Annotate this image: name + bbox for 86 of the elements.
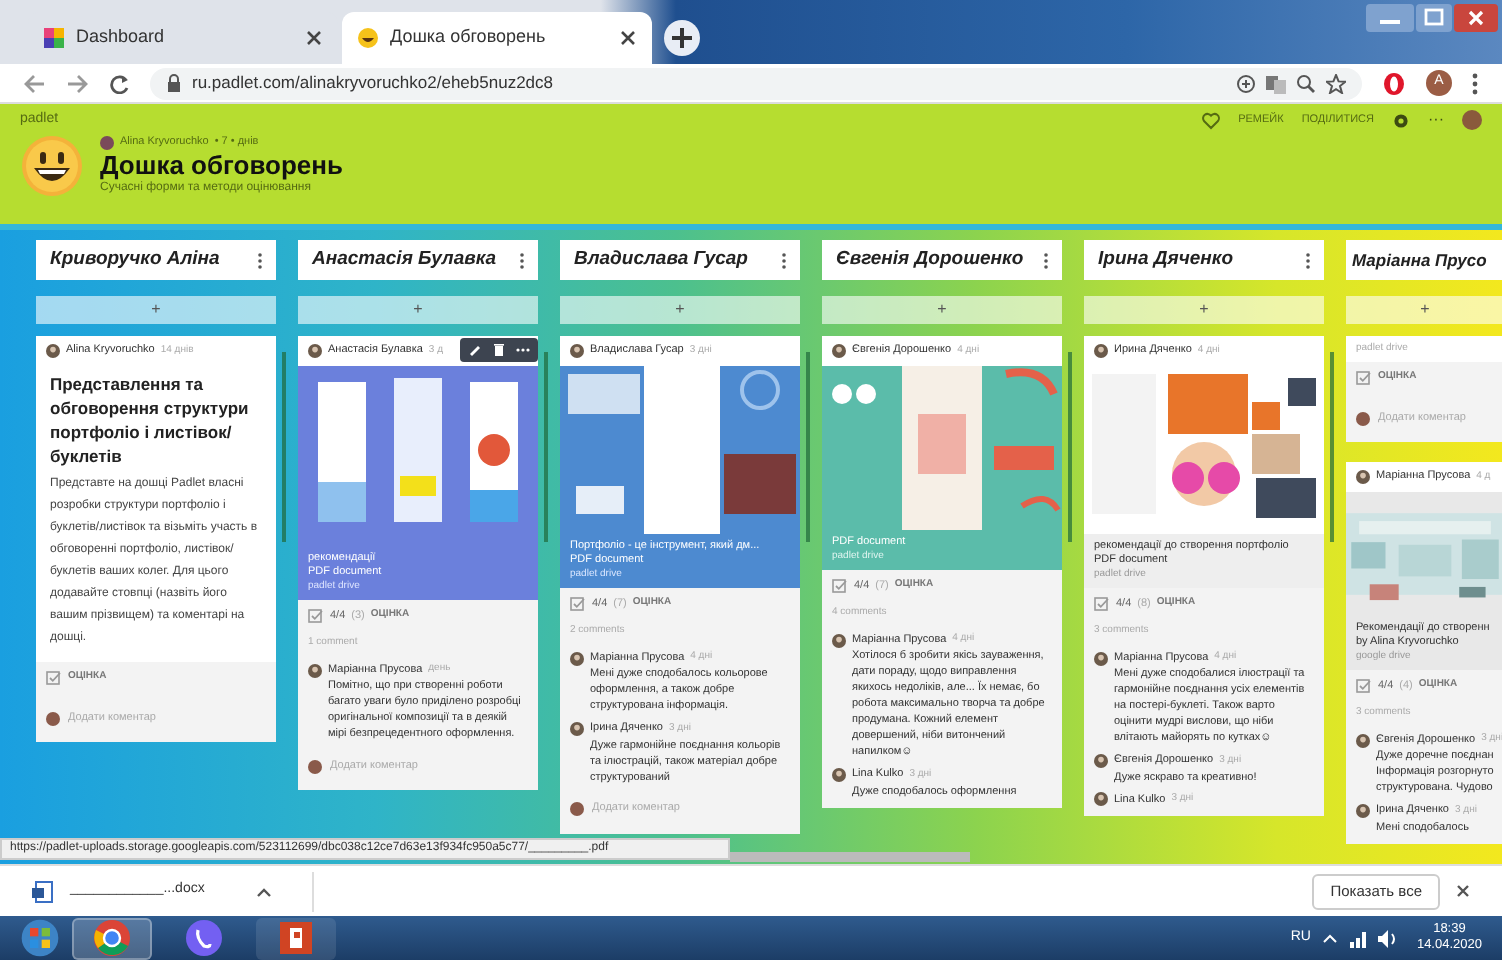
scrollbar[interactable] — [1068, 352, 1072, 542]
avatar-icon — [1094, 753, 1108, 768]
speaker-icon[interactable] — [1378, 929, 1397, 947]
add-post-button[interactable]: + — [1084, 296, 1324, 324]
chrome-icon — [92, 918, 132, 958]
rating-icon[interactable] — [46, 670, 62, 686]
avatar-icon — [1356, 470, 1370, 484]
avatar-icon — [832, 767, 846, 782]
avatar-icon — [570, 344, 584, 358]
add-post-button[interactable]: + — [36, 296, 276, 324]
column-title: Маріанна Прусо — [1352, 247, 1489, 273]
caret-icon[interactable] — [256, 885, 272, 897]
taskbar-button[interactable] — [256, 917, 336, 959]
avatar-icon — [100, 135, 114, 150]
more-button[interactable]: ··· — [1428, 108, 1444, 132]
menu-icon[interactable] — [1472, 71, 1478, 95]
slides-app-icon — [276, 918, 316, 958]
add-post-button[interactable]: + — [560, 296, 800, 324]
heart-icon[interactable] — [1202, 111, 1221, 129]
avatar-icon — [46, 711, 60, 725]
rating-icon[interactable] — [832, 578, 848, 594]
maximize-icon[interactable] — [1416, 4, 1452, 32]
avatar-icon — [832, 344, 846, 358]
rating-icon[interactable] — [570, 596, 586, 612]
avatar-icon — [308, 759, 322, 774]
start-button-icon[interactable] — [20, 918, 60, 958]
rating-icon[interactable] — [1356, 370, 1372, 386]
close-icon[interactable] — [1454, 4, 1498, 32]
pencil-icon[interactable] — [468, 342, 482, 358]
column-title: Євгенія Дорошенко — [836, 245, 1026, 274]
lock-icon — [166, 74, 182, 92]
scrollbar[interactable] — [1330, 352, 1334, 542]
post-title: Представлення та обговорення структури портфоліо і листівок/буклетів — [48, 372, 251, 468]
avatar-icon — [1094, 344, 1108, 358]
scrollbar[interactable] — [282, 352, 286, 542]
rating-icon[interactable] — [1094, 596, 1110, 612]
back-icon[interactable] — [24, 73, 46, 93]
avatar-icon — [308, 663, 322, 678]
column-title: Владислава Гусар — [574, 245, 750, 274]
add-post-button[interactable]: + — [298, 296, 538, 324]
column-title: Криворучко Аліна — [50, 245, 222, 274]
star-icon[interactable] — [1326, 73, 1346, 93]
avatar-icon — [46, 344, 60, 358]
install-icon[interactable] — [1236, 73, 1256, 93]
avatar-icon — [1356, 733, 1370, 748]
avatar-icon — [832, 633, 846, 648]
avatar-icon — [570, 721, 584, 736]
settings-icon[interactable] — [1392, 111, 1410, 129]
avatar-icon — [1094, 792, 1108, 807]
avatar-icon — [1356, 803, 1370, 818]
avatar-icon — [308, 344, 322, 358]
scrollbar[interactable] — [544, 352, 548, 542]
column-title: Ірина Дяченко — [1098, 245, 1236, 274]
smiley-icon — [358, 28, 378, 48]
close-icon[interactable] — [1456, 884, 1470, 898]
phone-bubble-icon — [184, 918, 224, 958]
opera-icon[interactable] — [1382, 71, 1406, 95]
word-file-icon — [32, 879, 54, 903]
address-field[interactable]: ru.padlet.com/alinakryvoruchko2/eheb5nuz2dc8 — [150, 67, 1362, 99]
horizontal-scrollbar[interactable] — [730, 852, 970, 862]
avatar-icon — [1094, 651, 1108, 666]
avatar-icon — [1356, 411, 1370, 425]
translate-icon[interactable] — [1266, 73, 1286, 93]
browser-tab[interactable]: Дошка обговорень — [342, 12, 652, 64]
avatar-icon — [570, 651, 584, 666]
taskbar-button[interactable] — [72, 917, 152, 959]
minimize-icon[interactable] — [1366, 4, 1414, 32]
rating-icon[interactable] — [1356, 678, 1372, 694]
reload-icon[interactable] — [108, 73, 130, 93]
forward-icon[interactable] — [66, 73, 88, 93]
close-icon[interactable] — [620, 30, 636, 46]
close-icon[interactable] — [306, 30, 322, 46]
new-tab-icon[interactable] — [664, 20, 700, 56]
column-title: Анастасія Булавка — [312, 245, 499, 274]
board-title: Дошка обговорень — [100, 150, 343, 181]
add-post-button[interactable]: + — [1346, 296, 1502, 324]
scrollbar[interactable] — [806, 352, 810, 542]
trash-icon[interactable] — [492, 342, 506, 358]
avatar-icon — [570, 802, 584, 816]
zoom-icon[interactable] — [1296, 73, 1316, 93]
smiley-logo-icon — [20, 134, 84, 199]
rating-icon[interactable] — [308, 608, 324, 624]
signal-icon[interactable] — [1350, 929, 1367, 947]
grid-logo-icon — [44, 28, 64, 48]
add-post-button[interactable]: + — [822, 296, 1062, 324]
avatar-icon[interactable] — [1462, 110, 1482, 130]
